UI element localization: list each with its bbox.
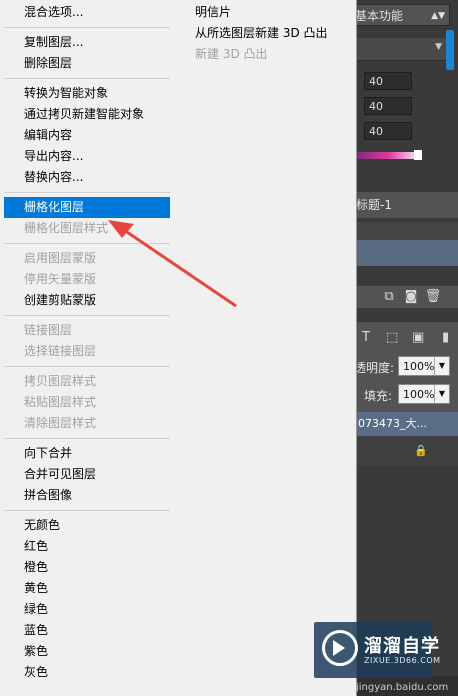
watermark-title: 溜溜自学: [364, 636, 440, 657]
play-triangle-icon: [333, 640, 345, 656]
watermark-subtitle: ZIXUE.3D66.COM: [364, 656, 441, 665]
annotation-arrow: [108, 220, 237, 308]
arrow-shaft: [123, 228, 237, 308]
